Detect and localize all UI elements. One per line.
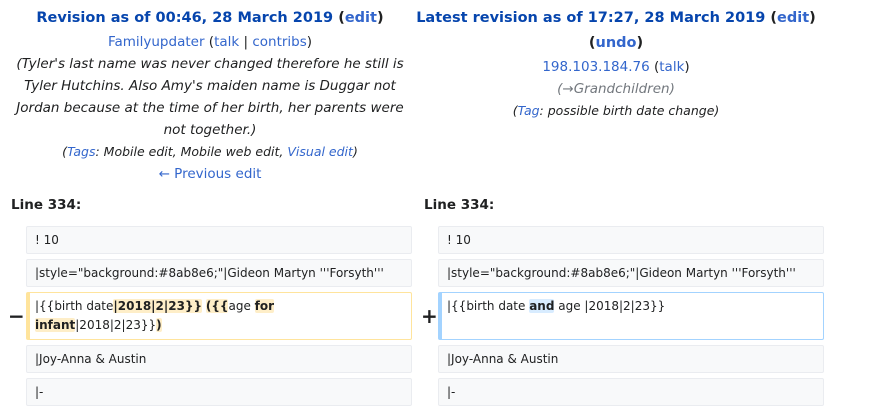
undo-link[interactable]: undo xyxy=(596,35,637,51)
del-text: age xyxy=(228,299,255,313)
left-tags-link[interactable]: Tags xyxy=(67,144,95,159)
left-deleted-row: |{{birth date|2018|2|23}} ({{age for infa… xyxy=(26,292,412,340)
right-revision-title: Latest revision as of 17:27, 28 March 20… xyxy=(416,10,816,26)
visual-edit-link[interactable]: Visual edit xyxy=(287,144,353,159)
left-revision-title: Revision as of 00:46, 28 March 2019 (edi… xyxy=(36,10,384,26)
left-context-row: |- xyxy=(26,378,412,406)
right-edit-summary: (→Grandchildren) xyxy=(416,78,816,100)
del-highlight: for xyxy=(254,299,275,313)
left-context-row: |Joy-Anna & Austin xyxy=(26,345,412,373)
left-edit-link[interactable]: edit xyxy=(345,10,377,26)
previous-edit-link[interactable]: ← Previous edit xyxy=(159,166,262,182)
left-line-number: Line 334: xyxy=(11,197,82,213)
right-context-row: |style="background:#8ab8e6;"|Gideon Mart… xyxy=(438,259,824,287)
left-contribs-link[interactable]: contribs xyxy=(252,34,306,50)
plus-marker: + xyxy=(421,304,438,328)
minus-marker: − xyxy=(8,304,25,328)
left-tags: (Tags: Mobile edit, Mobile web edit, Vis… xyxy=(62,144,358,159)
left-user-line: Familyupdater (talk | contribs) xyxy=(107,34,313,50)
left-context-row: ! 10 xyxy=(26,226,412,254)
del-text: |2018|2|23}} xyxy=(75,318,157,332)
add-text: age |2018|2|23}} xyxy=(554,299,666,313)
right-line-number: Line 334: xyxy=(424,197,495,213)
left-revision-header: Revision as of 00:46, 28 March 2019 (edi… xyxy=(0,6,420,185)
left-talk-link[interactable]: talk xyxy=(214,34,239,50)
right-context-row: ! 10 xyxy=(438,226,824,254)
undo-line: (undo) xyxy=(588,35,644,51)
del-text: |{{birth date xyxy=(35,299,114,313)
right-ip-link[interactable]: 198.103.184.76 xyxy=(542,59,649,75)
section-arrow: (→ xyxy=(557,81,574,97)
add-highlight: and xyxy=(529,299,555,313)
del-highlight: |2018|2|23}} xyxy=(113,299,203,313)
summary-line: (Tyler's last name was never changed the… xyxy=(16,56,404,72)
del-highlight: infant xyxy=(35,318,76,332)
del-highlight: ) xyxy=(156,318,162,332)
right-tag-link[interactable]: Tag xyxy=(518,103,540,118)
right-revision-link[interactable]: Latest revision as of 17:27, 28 March 20… xyxy=(416,10,765,26)
right-revision-header: Latest revision as of 17:27, 28 March 20… xyxy=(416,6,816,122)
add-text: |{{birth date xyxy=(447,299,530,313)
del-highlight: ({{ xyxy=(205,299,229,313)
section-close: ) xyxy=(669,81,675,97)
right-edit-link[interactable]: edit xyxy=(777,10,809,26)
right-tags: (Tag: possible birth date change) xyxy=(512,103,720,118)
summary-line: Jordan because at the time of her birth,… xyxy=(16,100,404,116)
summary-line: not together.) xyxy=(163,122,257,138)
right-context-row: |- xyxy=(438,378,824,406)
summary-line: Tyler Hutchins. Also Amy's maiden name i… xyxy=(24,78,396,94)
tag-text: : possible birth date change) xyxy=(539,103,720,118)
right-user-line: 198.103.184.76 (talk) xyxy=(542,59,690,75)
right-talk-link[interactable]: talk xyxy=(659,59,684,75)
left-edit-summary: (Tyler's last name was never changed the… xyxy=(0,53,420,141)
left-context-row: |style="background:#8ab8e6;"|Gideon Mart… xyxy=(26,259,412,287)
tags-text: : Mobile edit, Mobile web edit, xyxy=(95,144,288,159)
right-context-row: |Joy-Anna & Austin xyxy=(438,345,824,373)
left-revision-link[interactable]: Revision as of 00:46, 28 March 2019 xyxy=(36,10,333,26)
section-link[interactable]: Grandchildren xyxy=(574,81,670,97)
right-added-row: |{{birth date and age |2018|2|23}} xyxy=(438,292,824,340)
left-user-link[interactable]: Familyupdater xyxy=(108,34,205,50)
